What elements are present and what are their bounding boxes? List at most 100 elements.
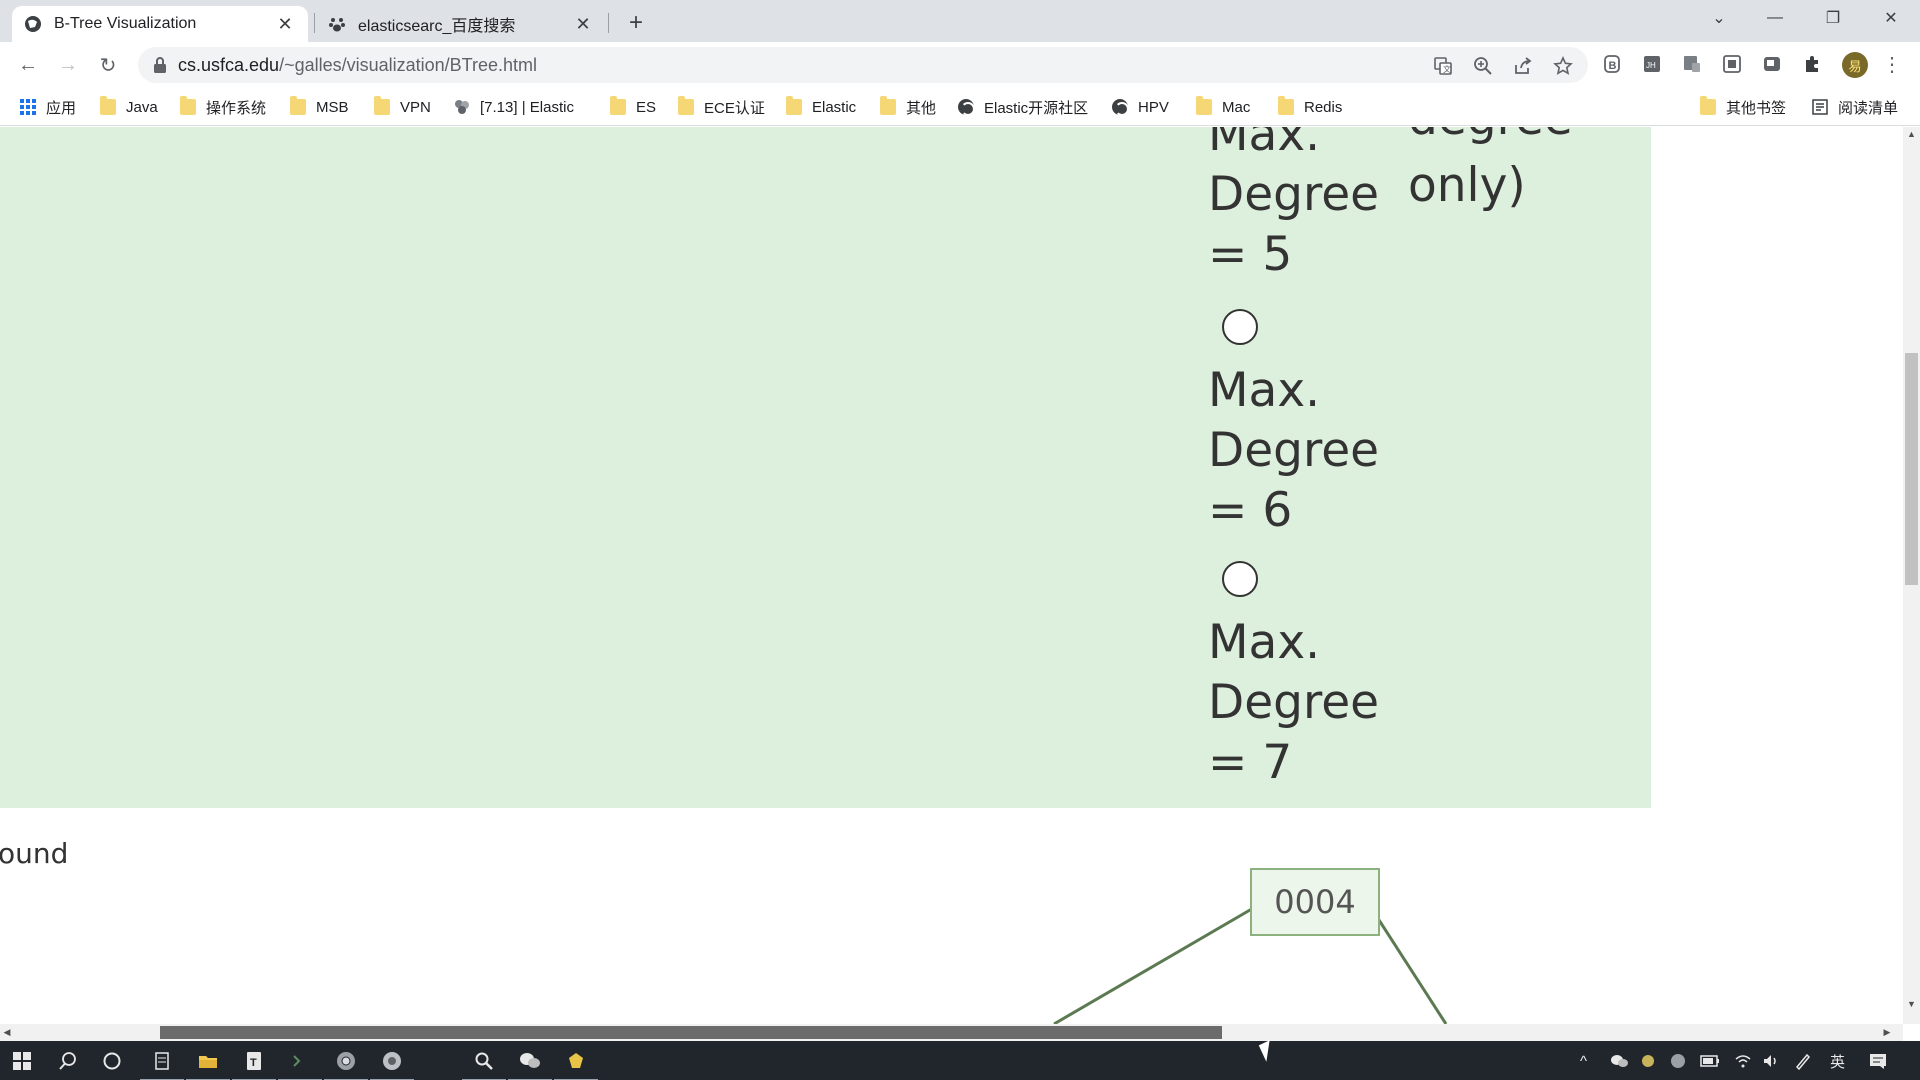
bookmark-label: MSB: [316, 98, 349, 116]
bookmark-star-icon[interactable]: [1552, 55, 1574, 77]
folder-icon: [290, 96, 306, 115]
taskbar-app-typora-icon[interactable]: T: [232, 1047, 276, 1080]
zoom-icon[interactable]: [1472, 55, 1494, 77]
chrome-icon[interactable]: [324, 1047, 368, 1080]
globe-icon: [1112, 99, 1129, 116]
taskbar-app-terminal-icon[interactable]: [278, 1047, 322, 1080]
elastic-icon: [454, 99, 470, 115]
bookmark-other[interactable]: 其他: [880, 96, 936, 118]
folder-icon: [880, 96, 896, 115]
bookmark-reading-list[interactable]: 阅读清单: [1812, 96, 1898, 118]
baidu-paw-icon: [328, 15, 346, 33]
scroll-left-arrow-icon[interactable]: ◀: [0, 1024, 14, 1041]
restore-button[interactable]: ❐: [1810, 0, 1856, 36]
folder-icon: [100, 96, 116, 115]
tab-separator: [608, 13, 609, 33]
bookmark-label: ES: [636, 98, 657, 116]
bookmark-es[interactable]: ES: [610, 96, 656, 118]
forward-icon[interactable]: →: [52, 49, 84, 81]
extension-translate-icon[interactable]: [1680, 52, 1704, 76]
back-icon[interactable]: ←: [12, 49, 44, 81]
bookmark-msb[interactable]: MSB: [290, 96, 349, 118]
bookmark-label: 阅读清单: [1838, 99, 1899, 117]
tray-network-app-icon[interactable]: [1670, 1051, 1686, 1071]
svg-text:JH: JH: [1646, 61, 1656, 70]
profile-avatar[interactable]: 易: [1842, 52, 1868, 78]
tab-btree-visualization[interactable]: B-Tree Visualization ✕: [12, 6, 308, 42]
folder-icon: [1700, 96, 1716, 115]
bookmark-label: HPV: [1138, 98, 1169, 116]
svg-text:T: T: [250, 1057, 257, 1069]
horizontal-scroll-thumb[interactable]: [160, 1026, 1222, 1039]
cortana-circle-icon[interactable]: [98, 1047, 126, 1075]
bookmark-elastic-713[interactable]: [7.13] | Elastic: [454, 96, 574, 118]
bookmark-os[interactable]: 操作系统: [180, 96, 266, 118]
bookmark-label: VPN: [400, 98, 431, 116]
bookmark-elastic[interactable]: Elastic: [786, 96, 856, 118]
extension-video-icon[interactable]: [1760, 52, 1784, 76]
url-domain: cs.usfca.edu: [178, 55, 280, 75]
tab-title: B-Tree Visualization: [54, 15, 197, 32]
wechat-icon[interactable]: [508, 1047, 552, 1080]
extension-b-icon[interactable]: B: [1600, 52, 1624, 76]
bookmark-apps[interactable]: 应用: [20, 96, 76, 118]
minimize-button[interactable]: —: [1752, 0, 1798, 36]
vertical-scroll-thumb[interactable]: [1905, 353, 1918, 585]
new-tab-button[interactable]: +: [622, 9, 650, 37]
folder-icon: [678, 96, 694, 115]
address-bar[interactable]: cs.usfca.edu/~galles/visualization/BTree…: [138, 47, 1588, 83]
wifi-icon[interactable]: [1734, 1051, 1752, 1071]
ime-indicator[interactable]: 英: [1830, 1051, 1845, 1071]
tab-baidu-search[interactable]: elasticsearc_百度搜索 ✕: [316, 6, 606, 42]
tray-app-icon[interactable]: [1640, 1051, 1656, 1071]
bookmark-java[interactable]: Java: [100, 96, 158, 118]
bookmark-hpv[interactable]: HPV: [1112, 96, 1169, 118]
bookmark-mac[interactable]: Mac: [1196, 96, 1250, 118]
tab-search-chevron-icon[interactable]: ⌄: [1696, 0, 1742, 36]
url-text: cs.usfca.edu/~galles/visualization/BTree…: [178, 55, 537, 76]
lock-icon[interactable]: [152, 56, 168, 74]
folder-icon: [1278, 96, 1294, 115]
vertical-scrollbar[interactable]: ▲ ▼: [1903, 127, 1920, 1024]
tray-chevron-up-icon[interactable]: ^: [1580, 1051, 1587, 1071]
scroll-right-arrow-icon[interactable]: ▶: [1880, 1024, 1894, 1041]
bookmark-elastic-community[interactable]: Elastic开源社区: [958, 96, 1088, 118]
bookmark-label: Elastic: [812, 98, 857, 116]
url-path: /~galles/visualization/BTree.html: [279, 55, 538, 75]
extension-grid-icon[interactable]: [1720, 52, 1744, 76]
bookmark-label: Redis: [1304, 98, 1343, 116]
volume-icon[interactable]: [1762, 1051, 1780, 1071]
pen-icon[interactable]: [1794, 1051, 1812, 1071]
btree-node: 0004: [1250, 868, 1380, 936]
scroll-up-arrow-icon[interactable]: ▲: [1903, 127, 1920, 141]
battery-icon[interactable]: [1700, 1051, 1720, 1071]
bookmark-redis[interactable]: Redis: [1278, 96, 1342, 118]
search-icon[interactable]: [54, 1047, 82, 1075]
tray-wechat-icon[interactable]: [1610, 1051, 1630, 1071]
menu-kebab-icon[interactable]: ⋮: [1880, 52, 1904, 76]
bookmark-other-bookmarks[interactable]: 其他书签: [1700, 96, 1786, 118]
file-explorer-icon[interactable]: [186, 1047, 230, 1080]
taskbar-app-notes-icon[interactable]: [140, 1047, 184, 1080]
close-tab-icon[interactable]: ✕: [274, 13, 296, 35]
taskbar-app-search-tool-icon[interactable]: [462, 1047, 506, 1080]
bookmark-ece[interactable]: ECE认证: [678, 96, 765, 118]
taskbar-app-yellow-icon[interactable]: [554, 1047, 598, 1080]
globe-icon: [24, 15, 42, 33]
scroll-down-arrow-icon[interactable]: ▼: [1903, 997, 1920, 1011]
reload-icon[interactable]: ↻: [92, 49, 124, 81]
close-tab-icon[interactable]: ✕: [572, 13, 594, 35]
globe-icon: [958, 99, 975, 116]
notification-icon[interactable]: [1868, 1051, 1888, 1071]
extensions-puzzle-icon[interactable]: [1800, 52, 1824, 76]
windows-taskbar: T ^ 英: [0, 1041, 1920, 1080]
taskbar-app-chrome-dev-icon[interactable]: [370, 1047, 414, 1080]
bookmark-vpn[interactable]: VPN: [374, 96, 431, 118]
extension-json-icon[interactable]: JH: [1640, 52, 1664, 76]
close-window-button[interactable]: ✕: [1868, 0, 1914, 36]
translate-icon[interactable]: 文: [1432, 55, 1454, 77]
start-windows-icon[interactable]: [8, 1047, 36, 1075]
folder-icon: [786, 96, 802, 115]
horizontal-scrollbar[interactable]: ◀ ▶: [0, 1024, 1903, 1041]
share-icon[interactable]: [1512, 55, 1534, 77]
